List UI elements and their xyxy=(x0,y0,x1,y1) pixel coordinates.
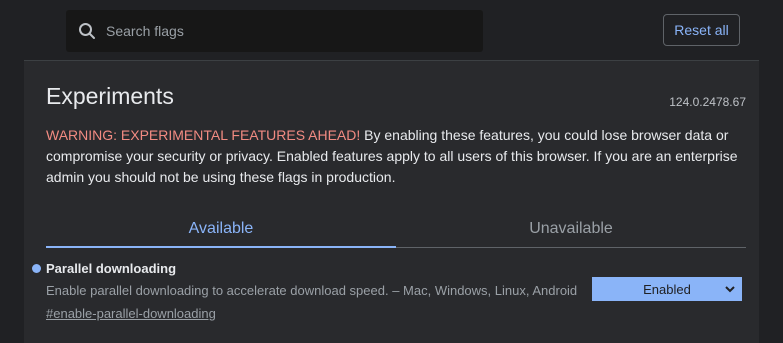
experiment-description: Enable parallel downloading to accelerat… xyxy=(46,283,578,298)
tab-strip: Available Unavailable xyxy=(46,211,746,248)
version-label: 124.0.2478.67 xyxy=(669,95,746,109)
reset-all-button[interactable]: Reset all xyxy=(663,14,740,46)
tab-available[interactable]: Available xyxy=(46,211,396,247)
warning-text: WARNING: EXPERIMENTAL FEATURES AHEAD! By… xyxy=(46,125,746,188)
experiment-permalink[interactable]: #enable-parallel-downloading xyxy=(46,306,216,321)
experiments-panel: Experiments 124.0.2478.67 WARNING: EXPER… xyxy=(24,60,759,343)
warning-heading: WARNING: EXPERIMENTAL FEATURES AHEAD! xyxy=(46,127,361,143)
search-input[interactable] xyxy=(104,15,448,47)
top-bar: Reset all xyxy=(0,0,783,60)
selected-tab-indicator xyxy=(46,246,396,248)
modified-dot-icon xyxy=(32,264,41,273)
search-box[interactable] xyxy=(66,10,483,52)
page-title: Experiments xyxy=(46,83,174,109)
tab-unavailable[interactable]: Unavailable xyxy=(396,211,746,247)
search-icon xyxy=(79,23,95,39)
experiment-state-select[interactable]: Enabled xyxy=(592,277,742,301)
select-value: Enabled xyxy=(643,281,691,297)
chevron-down-icon xyxy=(725,286,735,293)
experiment-name: Parallel downloading xyxy=(46,261,177,276)
